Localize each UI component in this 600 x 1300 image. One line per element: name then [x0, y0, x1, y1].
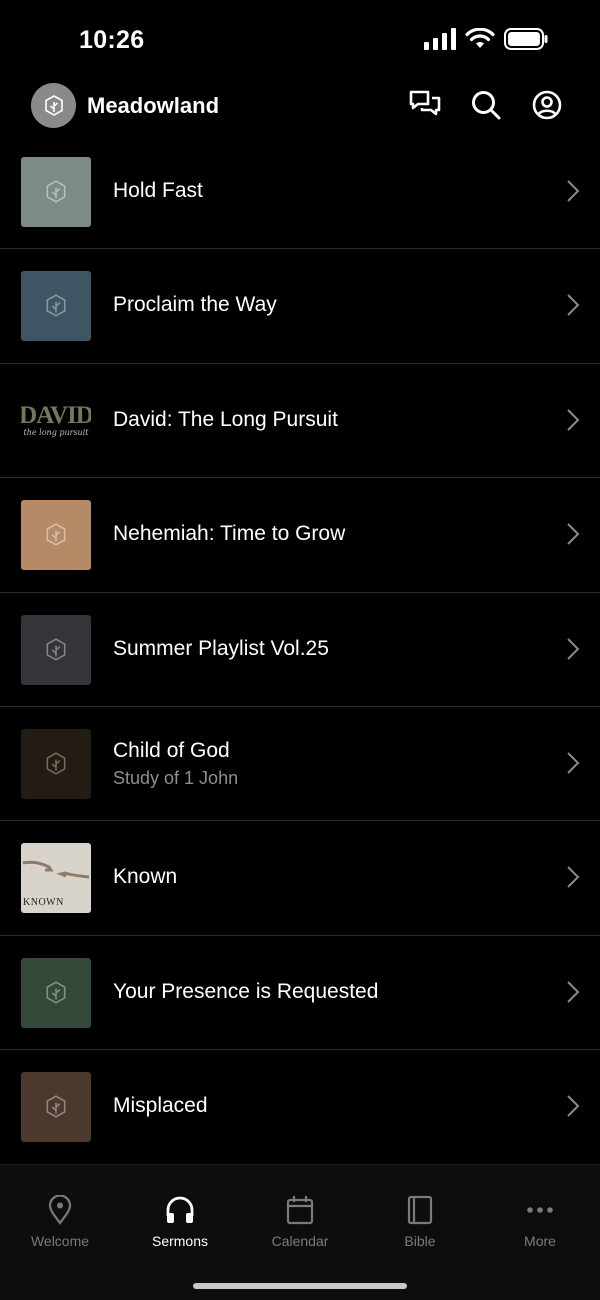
leaf-logo-icon	[46, 523, 66, 546]
bottom-tab-bar: Welcome Sermons Calendar Bible More	[0, 1164, 600, 1300]
chat-bubbles-icon	[409, 90, 441, 116]
leaf-logo-icon	[46, 981, 66, 1004]
tab-label: More	[524, 1233, 556, 1249]
search-button[interactable]	[469, 88, 503, 122]
series-thumbnail	[21, 957, 91, 1028]
calendar-icon	[286, 1196, 314, 1225]
tab-label: Sermons	[151, 1233, 209, 1249]
chevron-right-icon	[567, 981, 580, 1003]
series-title: Child of God	[113, 738, 230, 762]
sermon-row-misplaced[interactable]: Misplaced	[0, 1050, 600, 1164]
brand-name: Meadowland	[87, 93, 220, 118]
series-title: Hold Fast	[113, 179, 203, 202]
tab-sermons[interactable]: Sermons	[120, 1195, 240, 1249]
tab-label: Calendar	[271, 1233, 329, 1249]
headphones-icon	[166, 1196, 194, 1223]
location-pin-icon	[48, 1195, 72, 1225]
status-icons	[424, 28, 548, 50]
chevron-right-icon	[567, 866, 580, 889]
sermon-row-child-of-god[interactable]: Child of God Study of 1 John	[0, 707, 600, 822]
series-thumbnail: KNOWN	[21, 843, 91, 914]
chevron-right-icon	[567, 1095, 580, 1117]
leaf-logo-icon	[46, 752, 66, 775]
sermon-row-nehemiah[interactable]: Nehemiah: Time to Grow	[0, 478, 600, 593]
tab-bible[interactable]: Bible	[360, 1195, 480, 1249]
chevron-right-icon	[567, 180, 580, 202]
series-title: David: The Long Pursuit	[113, 407, 338, 431]
home-indicator[interactable]	[193, 1283, 407, 1289]
series-subtitle: Study of 1 John	[113, 767, 239, 788]
user-circle-icon	[532, 90, 562, 120]
series-thumbnail: DAVID the long pursuit	[21, 385, 91, 456]
search-icon	[472, 91, 501, 120]
profile-button[interactable]	[530, 88, 564, 122]
chevron-right-icon	[567, 409, 580, 431]
series-title: Your Presence is Requested	[113, 979, 379, 1003]
sermon-row-summer-playlist[interactable]: Summer Playlist Vol.25	[0, 593, 600, 707]
chevron-right-icon	[567, 294, 580, 317]
chevron-right-icon	[567, 637, 580, 660]
sermon-row-proclaim-the-way[interactable]: Proclaim the Way	[0, 249, 600, 364]
series-title: Summer Playlist Vol.25	[113, 636, 329, 660]
series-thumbnail	[21, 614, 91, 685]
wifi-icon	[465, 28, 495, 48]
tab-welcome[interactable]: Welcome	[0, 1195, 120, 1249]
top-actions	[408, 88, 564, 122]
chevron-right-icon	[567, 752, 580, 774]
leaf-logo-icon	[46, 180, 66, 203]
cellular-signal-icon	[424, 28, 456, 50]
thumbnail-subtitle-art: the long pursuit	[23, 427, 89, 437]
series-thumbnail	[21, 500, 91, 571]
sermon-row-your-presence[interactable]: Your Presence is Requested	[0, 936, 600, 1051]
messages-button[interactable]	[408, 88, 442, 122]
series-thumbnail	[21, 157, 91, 227]
more-dots-icon	[527, 1207, 553, 1213]
sermon-row-hold-fast[interactable]: Hold Fast	[0, 135, 600, 250]
status-time: 10:26	[79, 26, 145, 54]
leaf-logo-icon	[46, 637, 66, 661]
series-thumbnail	[21, 1072, 91, 1143]
series-thumbnail	[21, 728, 91, 799]
battery-icon	[504, 28, 548, 50]
series-title: Misplaced	[113, 1094, 208, 1118]
leaf-logo-icon	[46, 294, 66, 318]
series-title: Known	[113, 865, 178, 889]
sermon-series-list: Hold Fast Proclaim the Way DAVID the lon…	[0, 135, 600, 1164]
tab-label: Welcome	[30, 1233, 90, 1249]
tab-more[interactable]: More	[480, 1195, 600, 1249]
series-thumbnail	[21, 271, 91, 342]
tab-label: Bible	[404, 1233, 436, 1249]
book-icon	[407, 1195, 433, 1225]
leaf-logo-icon	[44, 94, 63, 116]
series-title: Proclaim the Way	[113, 293, 277, 317]
leaf-logo-icon	[46, 1095, 66, 1118]
thumbnail-title-art: KNOWN	[23, 897, 64, 909]
thumbnail-title-art: DAVID	[21, 401, 91, 429]
sermon-row-david[interactable]: DAVID the long pursuit David: The Long P…	[0, 364, 600, 479]
church-logo-avatar[interactable]	[31, 83, 76, 128]
chevron-right-icon	[567, 523, 580, 545]
sermon-row-known[interactable]: KNOWN Known	[0, 821, 600, 936]
tab-calendar[interactable]: Calendar	[240, 1195, 360, 1249]
status-bar: 10:26	[0, 0, 600, 82]
series-title: Nehemiah: Time to Grow	[113, 522, 346, 546]
